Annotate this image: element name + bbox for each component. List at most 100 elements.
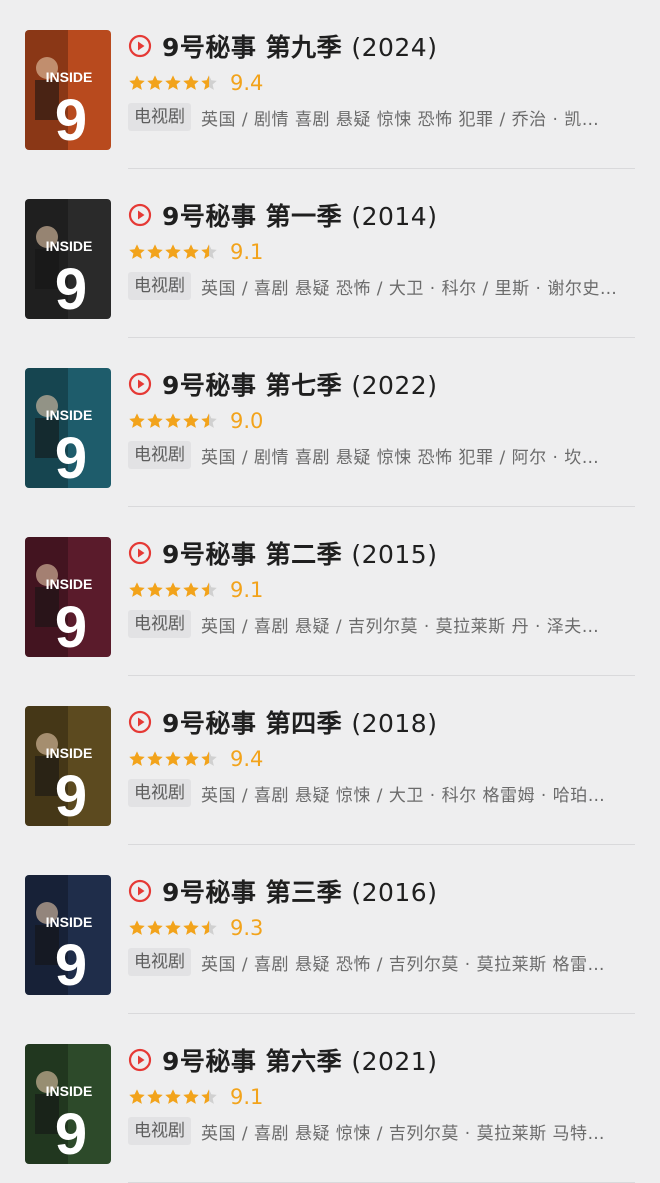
star-icon	[183, 1089, 199, 1104]
item-year: (2016)	[351, 878, 438, 907]
star-icon	[165, 75, 181, 90]
list-item[interactable]: INSIDE 9 9号秘事 第七季 (2022) 9.0 电视剧 英国 / 剧情 喜剧 悬…	[0, 338, 660, 507]
play-icon[interactable]	[128, 541, 152, 565]
cover-image[interactable]: INSIDE 9	[25, 368, 111, 488]
item-title-text: 9号秘事 第六季	[162, 1047, 343, 1076]
rating-score: 9.0	[230, 409, 264, 433]
rating-row: 9.1	[128, 239, 263, 265]
play-icon[interactable]	[128, 203, 152, 227]
star-icon	[165, 413, 181, 428]
item-title[interactable]: 9号秘事 第六季 (2021)	[162, 1042, 437, 1078]
star-icon	[165, 751, 181, 766]
star-icon	[147, 920, 163, 935]
cover-image[interactable]: INSIDE 9	[25, 199, 111, 319]
star-icon	[183, 751, 199, 766]
meta-info: 英国 / 喜剧 悬疑 恐怖 / 大卫 · 科尔 / 里斯 · 谢尔史…	[201, 278, 618, 299]
meta-info: 英国 / 喜剧 悬疑 惊悚 / 大卫 · 科尔 格雷姆 · 哈珀…	[201, 785, 606, 806]
star-icon	[201, 413, 217, 428]
title-row[interactable]: 9号秘事 第四季 (2018)	[128, 704, 437, 740]
item-title[interactable]: 9号秘事 第三季 (2016)	[162, 873, 437, 909]
star-rating	[128, 243, 218, 261]
list-item[interactable]: INSIDE 9 9号秘事 第一季 (2014) 9.1 电视剧 英国 / 喜剧 悬疑 恐…	[0, 169, 660, 338]
item-title[interactable]: 9号秘事 第二季 (2015)	[162, 535, 437, 571]
list-item[interactable]: INSIDE 9 9号秘事 第三季 (2016) 9.3 电视剧 英国 / 喜剧 悬疑 恐…	[0, 845, 660, 1014]
star-icon	[201, 582, 217, 597]
cover-image[interactable]: INSIDE 9	[25, 30, 111, 150]
item-title[interactable]: 9号秘事 第四季 (2018)	[162, 704, 437, 740]
star-icon	[147, 75, 163, 90]
item-year: (2014)	[351, 202, 438, 231]
star-rating	[128, 74, 218, 92]
list-item[interactable]: INSIDE 9 9号秘事 第九季 (2024) 9.4 电视剧 英国 / 剧情 喜剧 悬…	[0, 0, 660, 169]
star-icon	[165, 1089, 181, 1104]
item-title-text: 9号秘事 第九季	[162, 33, 343, 62]
play-icon[interactable]	[128, 1048, 152, 1072]
svg-text:INSIDE: INSIDE	[46, 914, 93, 930]
svg-text:9: 9	[55, 595, 87, 657]
svg-text:9: 9	[55, 426, 87, 488]
star-icon	[129, 75, 145, 90]
star-rating	[128, 581, 218, 599]
star-rating	[128, 750, 218, 768]
item-title-text: 9号秘事 第二季	[162, 540, 343, 569]
list-item[interactable]: INSIDE 9 9号秘事 第二季 (2015) 9.1 电视剧 英国 / 喜剧 悬疑 /…	[0, 507, 660, 676]
play-icon[interactable]	[128, 372, 152, 396]
title-row[interactable]: 9号秘事 第二季 (2015)	[128, 535, 437, 571]
svg-text:INSIDE: INSIDE	[46, 407, 93, 423]
star-icon	[129, 920, 145, 935]
type-badge: 电视剧	[128, 441, 191, 469]
type-badge: 电视剧	[128, 1117, 191, 1145]
svg-text:9: 9	[55, 933, 87, 995]
cover-image[interactable]: INSIDE 9	[25, 706, 111, 826]
star-icon	[129, 751, 145, 766]
item-title[interactable]: 9号秘事 第九季 (2024)	[162, 28, 437, 64]
svg-text:9: 9	[55, 88, 87, 150]
svg-text:INSIDE: INSIDE	[46, 1083, 93, 1099]
play-icon[interactable]	[128, 879, 152, 903]
star-icon	[129, 582, 145, 597]
item-title-text: 9号秘事 第七季	[162, 371, 343, 400]
title-row[interactable]: 9号秘事 第三季 (2016)	[128, 873, 437, 909]
rating-score: 9.1	[230, 240, 264, 264]
meta-info: 英国 / 喜剧 悬疑 / 吉列尔莫 · 莫拉莱斯 丹 · 泽夫…	[201, 616, 600, 637]
cover-image[interactable]: INSIDE 9	[25, 1044, 111, 1164]
item-title[interactable]: 9号秘事 第七季 (2022)	[162, 366, 437, 402]
star-icon	[183, 75, 199, 90]
title-row[interactable]: 9号秘事 第七季 (2022)	[128, 366, 437, 402]
list-item[interactable]: INSIDE 9 9号秘事 第六季 (2021) 9.1 电视剧 英国 / 喜剧 悬疑 惊…	[0, 1014, 660, 1183]
meta-info: 英国 / 剧情 喜剧 悬疑 惊悚 恐怖 犯罪 / 乔治 · 凯…	[201, 109, 600, 130]
meta-info: 英国 / 喜剧 悬疑 惊悚 / 吉列尔莫 · 莫拉莱斯 马特…	[201, 1123, 605, 1144]
type-badge: 电视剧	[128, 948, 191, 976]
title-row[interactable]: 9号秘事 第六季 (2021)	[128, 1042, 437, 1078]
star-icon	[147, 413, 163, 428]
star-icon	[165, 920, 181, 935]
item-year: (2018)	[351, 709, 438, 738]
item-title[interactable]: 9号秘事 第一季 (2014)	[162, 197, 437, 233]
star-icon	[147, 582, 163, 597]
title-row[interactable]: 9号秘事 第九季 (2024)	[128, 28, 437, 64]
rating-row: 9.4	[128, 746, 263, 772]
title-row[interactable]: 9号秘事 第一季 (2014)	[128, 197, 437, 233]
meta-info: 英国 / 剧情 喜剧 悬疑 惊悚 恐怖 犯罪 / 阿尔 · 坎…	[201, 447, 600, 468]
star-icon	[183, 920, 199, 935]
rating-row: 9.1	[128, 1084, 263, 1110]
svg-text:9: 9	[55, 257, 87, 319]
meta-row: 电视剧 英国 / 喜剧 悬疑 惊悚 / 吉列尔莫 · 莫拉莱斯 马特…	[128, 1116, 633, 1146]
list-item[interactable]: INSIDE 9 9号秘事 第四季 (2018) 9.4 电视剧 英国 / 喜剧 悬疑 惊…	[0, 676, 660, 845]
play-icon[interactable]	[128, 34, 152, 58]
cover-image[interactable]: INSIDE 9	[25, 875, 111, 995]
rating-row: 9.4	[128, 70, 263, 96]
rating-row: 9.1	[128, 577, 263, 603]
svg-text:INSIDE: INSIDE	[46, 69, 93, 85]
item-year: (2015)	[351, 540, 438, 569]
type-badge: 电视剧	[128, 103, 191, 131]
cover-image[interactable]: INSIDE 9	[25, 537, 111, 657]
meta-row: 电视剧 英国 / 剧情 喜剧 悬疑 惊悚 恐怖 犯罪 / 阿尔 · 坎…	[128, 440, 633, 470]
play-icon[interactable]	[128, 710, 152, 734]
star-rating	[128, 412, 218, 430]
star-icon	[183, 413, 199, 428]
star-icon	[165, 244, 181, 259]
meta-row: 电视剧 英国 / 喜剧 悬疑 / 吉列尔莫 · 莫拉莱斯 丹 · 泽夫…	[128, 609, 633, 639]
item-year: (2021)	[351, 1047, 438, 1076]
meta-row: 电视剧 英国 / 喜剧 悬疑 恐怖 / 吉列尔莫 · 莫拉莱斯 格雷…	[128, 947, 633, 977]
